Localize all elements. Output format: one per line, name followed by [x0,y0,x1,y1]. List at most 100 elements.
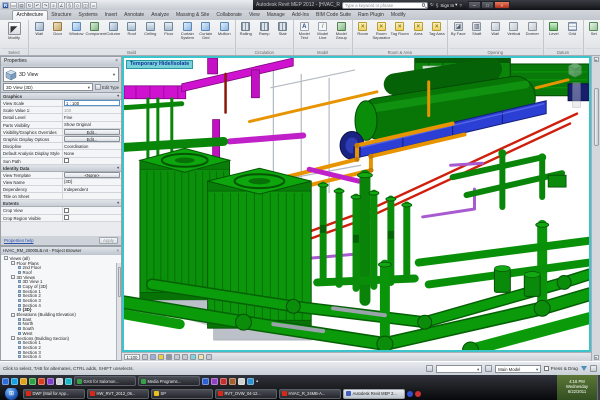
taskbar-button-hvac-r-24mb-a[interactable]: HVAC_R_24MB-A... [279,389,341,399]
pump-risers[interactable] [317,173,415,301]
value-input[interactable]: 1 : 100 [64,100,120,106]
ramp-button[interactable]: Ramp [255,21,274,36]
mullion-button[interactable]: Mullion [215,21,234,36]
revit-logo-icon[interactable]: R [2,2,9,9]
3d-model-canvas[interactable] [124,58,589,350]
edit-button[interactable]: Edit... [64,129,120,135]
checkbox[interactable] [64,215,69,220]
select-count-icon[interactable] [590,365,597,372]
tree-expander-icon[interactable]: - [11,313,15,317]
visual-style-icon[interactable] [150,354,157,361]
thin-lines-icon[interactable]: ═ [90,2,97,9]
tag-icon[interactable]: § [66,2,73,9]
tray-expand-icon[interactable]: ▴ [256,378,258,384]
property-section-extents[interactable]: Extents▾ [1,200,121,207]
column-button[interactable]: Column [104,21,123,36]
room-button[interactable]: ×Room [354,21,373,36]
edit-type-button[interactable]: Edit Type [95,84,119,90]
scrollbar-thumb[interactable] [594,88,599,146]
tree-expander-icon[interactable]: - [4,256,8,260]
property-value-detail-level[interactable]: Fine [63,114,121,120]
detail-level-icon[interactable] [142,354,149,361]
room-separator-button[interactable]: ×Room Separator [372,21,391,41]
redo-icon[interactable]: ↷ [42,2,49,9]
property-value-visibility-graphics-overrides[interactable]: Edit... [63,129,121,135]
workset-combo[interactable]: ▾ [436,365,482,373]
by-face-button[interactable]: ◪By Face [449,21,468,36]
modify-button[interactable]: ◤Modify [1,21,27,40]
close-icon[interactable]: × [115,57,118,66]
property-value-crop-view[interactable] [63,207,121,213]
taskbar-button-rvt-ovw-04-12[interactable]: RVT_OVW_04-12... [215,389,277,399]
scroll-down-icon[interactable]: ▾ [594,355,599,360]
quick-launch-icon-5[interactable] [47,378,54,385]
property-value-crop-region-visible[interactable] [63,215,121,221]
wall-button[interactable]: Wall [30,21,49,36]
property-value-title-on-sheet[interactable] [63,193,121,199]
unlocked-icon[interactable] [206,354,213,361]
measure-icon[interactable]: ∠ [58,2,65,9]
section-icon[interactable]: ◫ [82,2,89,9]
dormer-button[interactable]: Dormer [523,21,542,36]
quick-launch-icon-2[interactable] [20,378,27,385]
property-value-dependency[interactable]: Independent [63,186,121,192]
property-value-scale-value-1[interactable]: 100 [63,107,121,113]
design-option-combo[interactable]: Main Model ▾ [495,365,541,373]
tab-modify[interactable]: Modify [387,11,409,20]
tab-view[interactable]: View [245,11,263,20]
edit-button[interactable]: <None> [64,172,120,178]
checkbox[interactable] [64,158,69,163]
reveal-hidden-icon[interactable] [198,354,205,361]
collapse-icon[interactable]: ▾ [117,165,119,171]
component-button[interactable]: Component [86,21,105,36]
taskbar-clock[interactable]: 4:16 PM Wednesday 6/22/2011 [557,375,597,400]
model-text-button[interactable]: AModel Text [295,21,314,41]
exchange-apps-icon[interactable]: ↻ [430,2,434,8]
open-icon[interactable]: ▭ [10,2,17,9]
property-value-sun-path[interactable] [63,158,121,164]
undo-icon[interactable]: ↶ [34,2,41,9]
temporary-hide-isolate-banner[interactable]: Temporary Hide/Isolate [126,60,193,69]
property-value-graphic-display-options[interactable]: Edit... [63,136,121,142]
tab-annotate[interactable]: Annotate [121,11,148,20]
tab-analyze[interactable]: Analyze [148,11,173,20]
tray-app-icon-0[interactable] [202,378,209,385]
grid-button[interactable]: Grid [563,21,582,36]
type-selector[interactable]: 3D View ▼ [3,67,119,82]
navigation-bar[interactable] [572,82,581,108]
tray-icon-1[interactable] [415,391,421,397]
tab-collaborate[interactable]: Collaborate [213,11,246,20]
tree-expander-icon[interactable]: - [11,336,15,340]
curtain-grid-button[interactable]: Curtain Grid [197,21,216,41]
taskbar-button-dwf-mail-for-app[interactable]: DWF (Mail for App... [23,389,85,399]
sun-path-icon[interactable] [158,354,165,361]
press-drag-toggle[interactable]: Press & Drag [544,366,578,371]
tag-area-button[interactable]: ×Tag Area [428,21,447,36]
close-icon[interactable]: × [117,247,119,255]
stair-button[interactable]: Stair [274,21,293,36]
taskbar-button-hw-rvt-2012-06[interactable]: HW_RVT_2012_06... [87,389,149,399]
property-value-view-template[interactable]: <None> [63,172,121,178]
taskbar-button-autodesk-revit-mep-2[interactable]: Autodesk Revit MEP 2... [343,389,405,399]
property-section-graphics[interactable]: Graphics▾ [1,93,121,100]
search-icon[interactable] [422,3,426,7]
tab-systems[interactable]: Systems [75,11,101,20]
floor-button[interactable]: Floor [160,21,179,36]
crop-view-icon[interactable] [174,354,181,361]
property-value-default-analysis-display-style[interactable]: None [63,150,121,156]
right-pipe-cluster[interactable] [453,149,567,207]
quick-launch-icon-1[interactable] [11,378,18,385]
tray-app-icon-4[interactable] [238,378,245,385]
ceiling-button[interactable]: Ceiling [141,21,160,36]
shadows-icon[interactable] [166,354,173,361]
tab-structure[interactable]: Structure [48,11,75,20]
railing-button[interactable]: Railing [237,21,256,36]
filter-icon[interactable] [581,366,587,371]
tree-expander-icon[interactable]: - [11,275,15,279]
tab-add-ins[interactable]: Add-Ins [288,11,312,20]
design-options-icon[interactable] [485,365,492,372]
wall-button[interactable]: Wall [486,21,505,36]
level-button[interactable]: Level [545,21,564,36]
press-drag-checkbox[interactable] [544,366,549,371]
tray-icon-0[interactable] [407,391,413,397]
